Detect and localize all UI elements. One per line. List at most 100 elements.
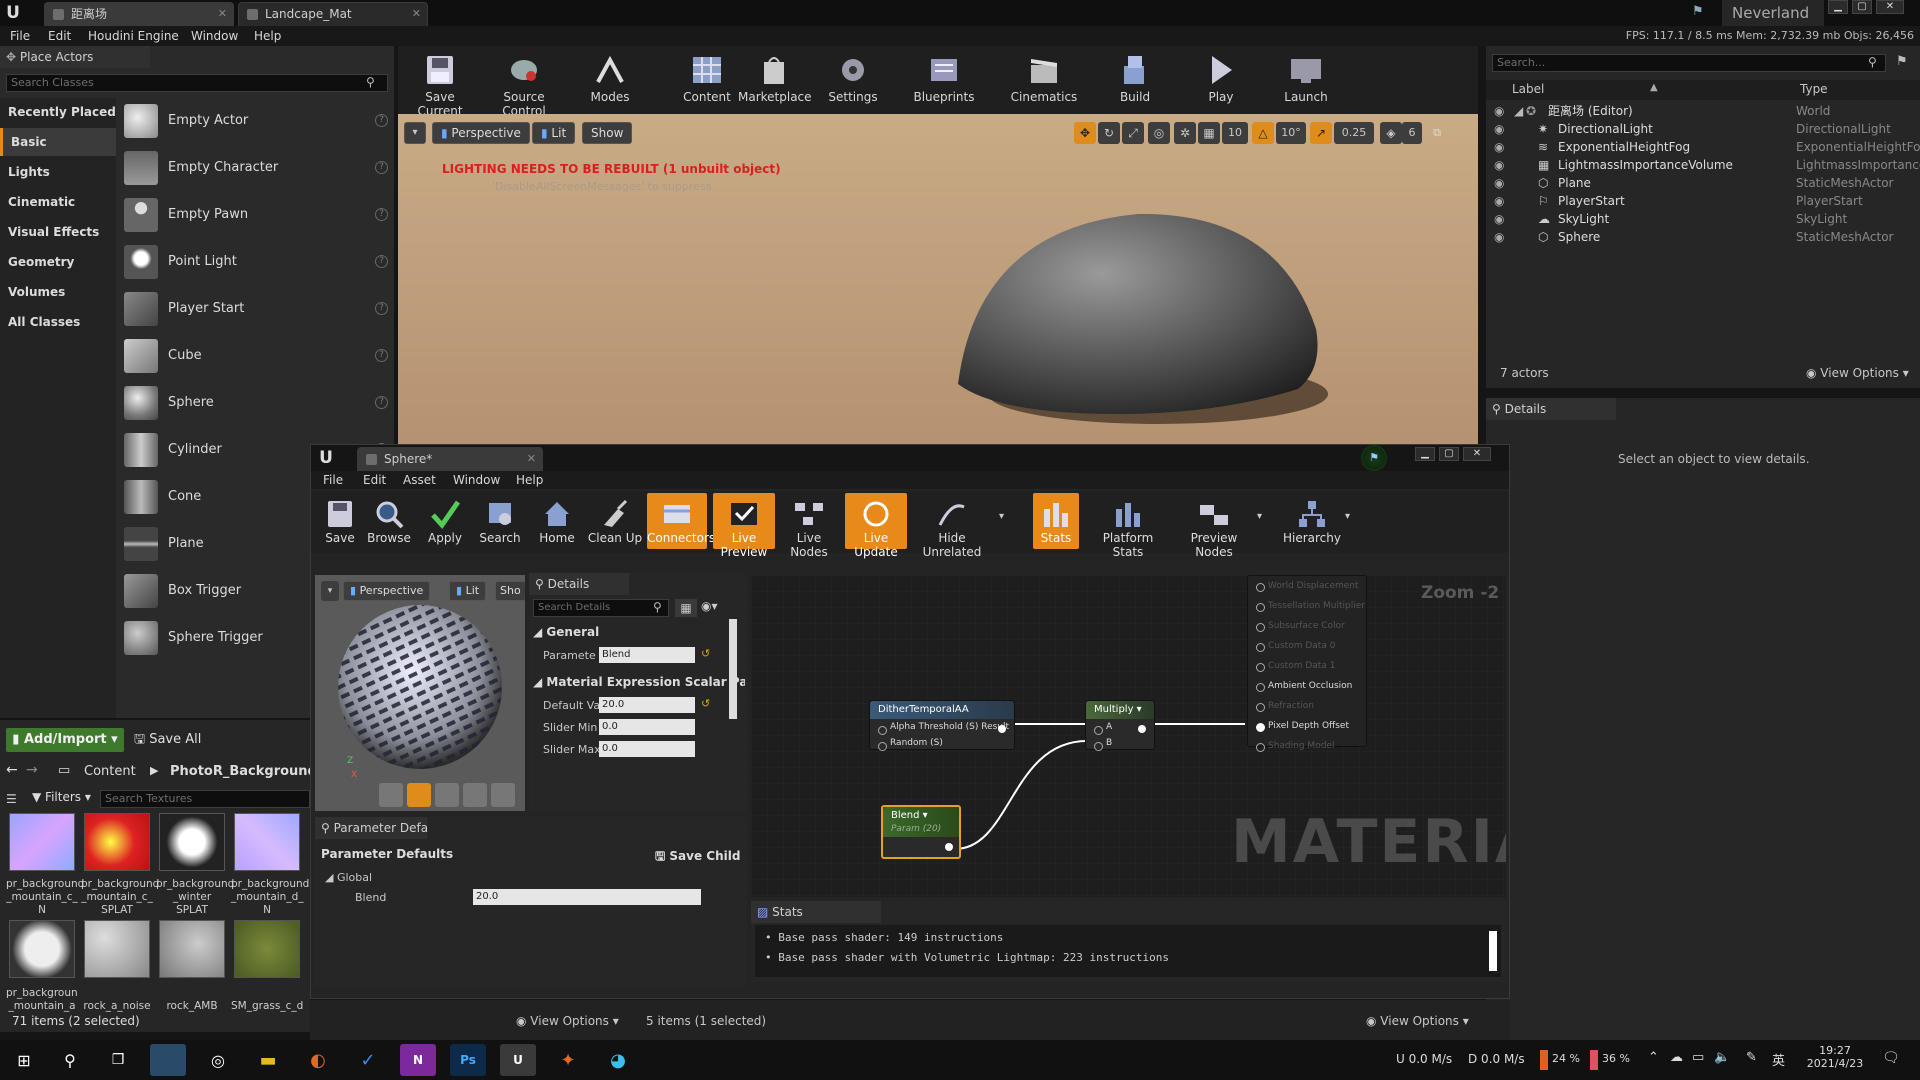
multiply-node[interactable]: Multiply ▾ A B — [1085, 700, 1155, 751]
menu-help[interactable]: Help — [254, 26, 281, 46]
close-window-button[interactable]: ✕ — [1876, 0, 1904, 14]
menu-houdini[interactable]: Houdini Engine — [88, 26, 179, 46]
input-language[interactable]: 英 — [1772, 1050, 1785, 1069]
edge-icon[interactable]: ◕ — [600, 1044, 636, 1076]
outliner-row[interactable]: ◉ ⬡ Plane StaticMeshActor — [1486, 174, 1920, 192]
outliner-row[interactable]: ◉ ≋ ExponentialHeightFog ExponentialHeightF… — [1486, 138, 1920, 156]
rotate-icon[interactable]: ↻ — [1098, 122, 1120, 144]
help-icon[interactable]: ? — [375, 349, 388, 362]
outliner-row[interactable]: ◉ ⚐ PlayerStart PlayerStart — [1486, 192, 1920, 210]
search-button[interactable]: Search — [477, 493, 523, 549]
asset-thumbnail[interactable] — [9, 813, 75, 871]
menu-help[interactable]: Help — [516, 470, 543, 490]
marketplace-button[interactable]: Marketplace — [738, 48, 812, 110]
connectors-button[interactable]: Connectors — [647, 493, 715, 549]
eye-icon[interactable]: ◉ — [1494, 138, 1504, 156]
preview-perspective-button[interactable]: ▮ Perspective — [343, 581, 431, 601]
app-icon[interactable]: ✓ — [350, 1044, 386, 1076]
eye-icon[interactable]: ◉ — [1494, 174, 1504, 192]
save-button[interactable]: Save — [319, 493, 361, 549]
perspective-button[interactable]: ▮ Perspective — [432, 122, 530, 144]
asset-thumbnail[interactable] — [159, 813, 225, 871]
dropdown-arrow-icon[interactable]: ▾ — [999, 511, 1004, 522]
help-icon[interactable]: ? — [375, 114, 388, 127]
outliner-row[interactable]: ◉ ⬡ Sphere StaticMeshActor — [1486, 228, 1920, 246]
onenote-icon[interactable]: N — [400, 1044, 436, 1076]
browse-button[interactable]: Browse — [365, 493, 413, 549]
app-icon[interactable]: ✦ — [550, 1044, 586, 1076]
save-current-button[interactable]: Save Current — [404, 48, 476, 118]
rotation-snap-value[interactable]: 10° — [1276, 122, 1306, 144]
source-control-status-icon[interactable]: ⚑ — [1361, 445, 1387, 471]
material-preview[interactable]: Z X ▾ ▮ Perspective ▮ Lit Sho — [315, 575, 525, 811]
stats-scrollbar[interactable] — [1489, 931, 1497, 971]
stats-button[interactable]: Stats — [1033, 493, 1079, 549]
result-pin[interactable]: Pixel Depth Offset — [1248, 716, 1366, 736]
result-pin[interactable]: Refraction — [1248, 696, 1366, 716]
reset-arrow-icon[interactable]: ↺ — [701, 697, 710, 710]
result-pin[interactable]: Subsurface Color — [1248, 616, 1366, 636]
windows-start-icon[interactable]: ⊞ — [6, 1044, 42, 1076]
expand-icon[interactable]: ◢ — [1514, 102, 1523, 120]
show-button[interactable]: Show — [582, 122, 633, 144]
category-volumes[interactable]: Volumes — [0, 278, 116, 306]
mat-view-options-button[interactable]: ◉ View Options ▾ — [516, 1014, 619, 1028]
help-icon[interactable]: ? — [375, 208, 388, 221]
tab-level[interactable]: 距离场 ✕ — [44, 2, 234, 26]
app-icon[interactable] — [150, 1044, 186, 1076]
app-icon[interactable]: ◎ — [200, 1044, 236, 1076]
content-button[interactable]: Content — [682, 48, 732, 110]
unreal-engine-icon[interactable]: U — [500, 1044, 536, 1076]
build-button[interactable]: Build — [1110, 48, 1160, 110]
surface-snap-icon[interactable]: ✲ — [1174, 122, 1196, 144]
blend-param-node[interactable]: Blend ▾ Param (20) — [881, 805, 961, 859]
category-recently-placed[interactable]: Recently Placed — [0, 98, 116, 126]
outliner-row[interactable]: ◉ ◢ ✪ 距离场 (Editor) World — [1486, 102, 1920, 120]
actor-item[interactable]: Point Light? — [124, 239, 388, 283]
minimize-button[interactable]: ▁ — [1828, 0, 1848, 14]
asset-thumbnail[interactable] — [84, 813, 150, 871]
category-visual-effects[interactable]: Visual Effects — [0, 218, 116, 246]
result-pin[interactable]: Custom Data 0 — [1248, 636, 1366, 656]
outliner-row[interactable]: ◉ ✷ DirectionalLight DirectionalLight — [1486, 120, 1920, 138]
pen-icon[interactable]: ✎ — [1746, 1050, 1757, 1065]
help-icon[interactable]: ? — [375, 396, 388, 409]
eye-icon[interactable]: ◉ — [1494, 210, 1504, 228]
outliner-row[interactable]: ◉ ▦ LightmassImportanceVolume LightmassImpo… — [1486, 156, 1920, 174]
volume-icon[interactable]: 🔈 — [1714, 1050, 1730, 1065]
view-options-button[interactable]: ◉ View Options ▾ — [1806, 366, 1909, 380]
close-icon[interactable]: ✕ — [412, 3, 421, 25]
node-pin[interactable]: B — [1086, 735, 1154, 751]
eye-icon[interactable]: ◉ — [1494, 156, 1504, 174]
sources-toggle-icon[interactable]: ☰ — [6, 792, 17, 806]
actor-item[interactable]: Empty Actor? — [124, 98, 388, 142]
category-basic[interactable]: Basic — [0, 128, 116, 156]
preview-show-button[interactable]: Sho — [495, 581, 525, 601]
clean-up-button[interactable]: Clean Up — [587, 493, 643, 549]
live-nodes-button[interactable]: Live Nodes — [777, 493, 841, 559]
outliner-row[interactable]: ◉ ☁ SkyLight SkyLight — [1486, 210, 1920, 228]
category-all-classes[interactable]: All Classes — [0, 308, 116, 336]
file-explorer-icon[interactable]: ▬ — [250, 1044, 286, 1076]
blend-param-input[interactable]: 20.0 — [473, 889, 701, 905]
node-pin[interactable]: Alpha Threshold (S) Result — [870, 719, 1014, 735]
preview-lit-button[interactable]: ▮ Lit — [449, 581, 487, 601]
category-cinematic[interactable]: Cinematic — [0, 188, 116, 216]
photoshop-icon[interactable]: Ps — [450, 1044, 486, 1076]
slider-min-input[interactable]: 0.0 — [599, 719, 695, 735]
menu-file[interactable]: File — [323, 470, 343, 490]
menu-file[interactable]: File — [10, 26, 30, 46]
scale-snap-value[interactable]: 0.25 — [1334, 122, 1374, 144]
cinematics-button[interactable]: Cinematics — [1010, 48, 1078, 110]
default-value-input[interactable]: 20.0 — [599, 697, 695, 713]
menu-edit[interactable]: Edit — [48, 26, 71, 46]
tab-sphere-material[interactable]: Sphere* ✕ — [357, 447, 543, 471]
save-all-button[interactable]: 🖫 Save All — [134, 728, 201, 752]
chevron-up-icon[interactable]: ⌃ — [1648, 1050, 1659, 1065]
preview-nodes-button[interactable]: Preview Nodes — [1173, 493, 1255, 559]
category-geometry[interactable]: Geometry — [0, 248, 116, 276]
eye-icon[interactable]: ◉ — [1494, 102, 1504, 120]
play-button[interactable]: Play — [1198, 48, 1244, 110]
scale-snap-icon[interactable]: ↗ — [1310, 122, 1332, 144]
details-scrollbar[interactable] — [729, 619, 737, 719]
